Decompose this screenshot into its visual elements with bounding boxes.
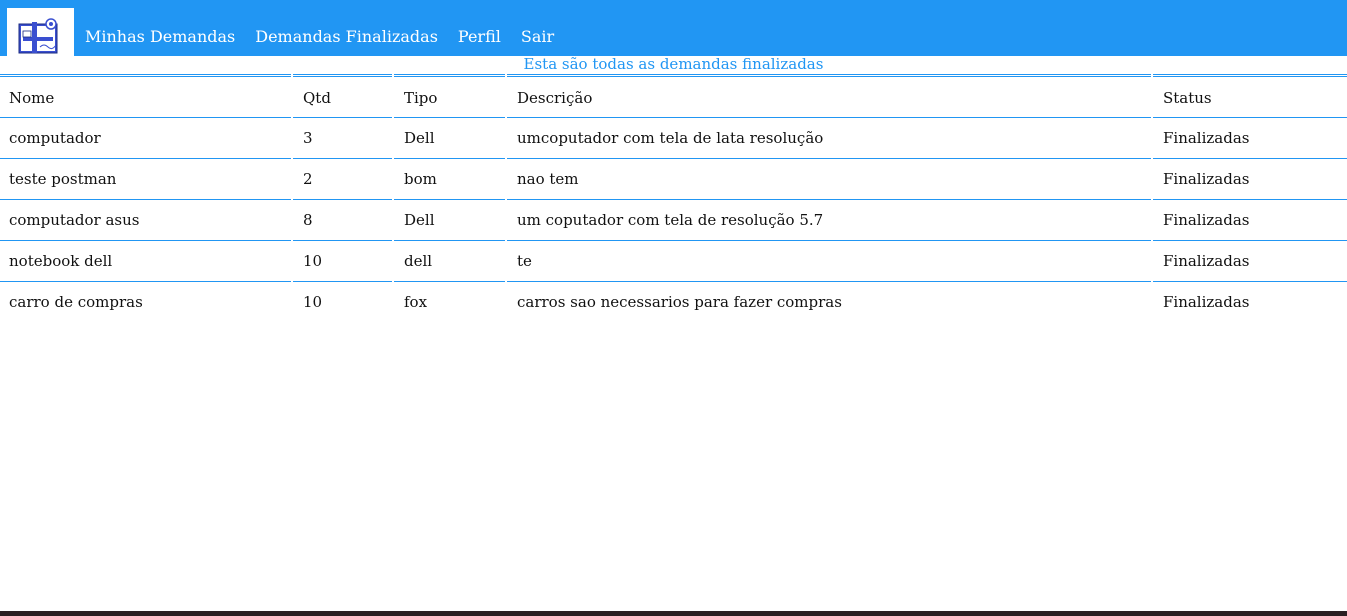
- nav-sair[interactable]: Sair: [511, 29, 564, 45]
- cell-status: Finalizadas: [1153, 240, 1347, 281]
- table-row: notebook dell 10 dell te Finalizadas: [0, 240, 1347, 281]
- demandas-table: Nome Qtd Tipo Descrição Status computado…: [0, 74, 1347, 322]
- top-navbar: Minhas Demandas Demandas Finalizadas Per…: [0, 0, 1347, 56]
- header-tipo: Tipo: [394, 74, 505, 115]
- header-status: Status: [1153, 74, 1347, 115]
- page-subtitle: Esta são todas as demandas finalizadas: [523, 55, 824, 73]
- table-header-row: Nome Qtd Tipo Descrição Status: [0, 74, 1347, 117]
- table-row: teste postman 2 bom nao tem Finalizadas: [0, 158, 1347, 199]
- cell-nome: carro de compras: [0, 281, 291, 322]
- cell-tipo: bom: [394, 158, 505, 199]
- cell-qtd: 10: [293, 240, 392, 281]
- cell-descricao: um coputador com tela de resolução 5.7: [507, 199, 1151, 240]
- cell-descricao: umcoputador com tela de lata resolução: [507, 117, 1151, 158]
- cell-descricao: nao tem: [507, 158, 1151, 199]
- table-row: computador asus 8 Dell um coputador com …: [0, 199, 1347, 240]
- cell-status: Finalizadas: [1153, 117, 1347, 158]
- cell-status: Finalizadas: [1153, 199, 1347, 240]
- logo-icon: [18, 18, 58, 54]
- nav-minhas-demandas[interactable]: Minhas Demandas: [75, 29, 245, 45]
- header-nome: Nome: [0, 74, 291, 115]
- cell-tipo: Dell: [394, 117, 505, 158]
- cell-qtd: 3: [293, 117, 392, 158]
- nav-links: Minhas Demandas Demandas Finalizadas Per…: [75, 0, 564, 56]
- cell-nome: teste postman: [0, 158, 291, 199]
- bottom-edge-bar: [0, 611, 1347, 616]
- table-row: computador 3 Dell umcoputador com tela d…: [0, 117, 1347, 158]
- cell-tipo: fox: [394, 281, 505, 322]
- cell-nome: computador asus: [0, 199, 291, 240]
- header-qtd: Qtd: [293, 74, 392, 115]
- cell-qtd: 2: [293, 158, 392, 199]
- cell-nome: computador: [0, 117, 291, 158]
- app-logo[interactable]: [7, 8, 74, 56]
- cell-tipo: dell: [394, 240, 505, 281]
- nav-demandas-finalizadas[interactable]: Demandas Finalizadas: [245, 29, 448, 45]
- cell-status: Finalizadas: [1153, 158, 1347, 199]
- cell-descricao: carros sao necessarios para fazer compra…: [507, 281, 1151, 322]
- cell-descricao: te: [507, 240, 1151, 281]
- table-row: carro de compras 10 fox carros sao neces…: [0, 281, 1347, 322]
- cell-nome: notebook dell: [0, 240, 291, 281]
- cell-tipo: Dell: [394, 199, 505, 240]
- cell-qtd: 10: [293, 281, 392, 322]
- header-descricao: Descrição: [507, 74, 1151, 115]
- nav-perfil[interactable]: Perfil: [448, 29, 511, 45]
- cell-qtd: 8: [293, 199, 392, 240]
- cell-status: Finalizadas: [1153, 281, 1347, 322]
